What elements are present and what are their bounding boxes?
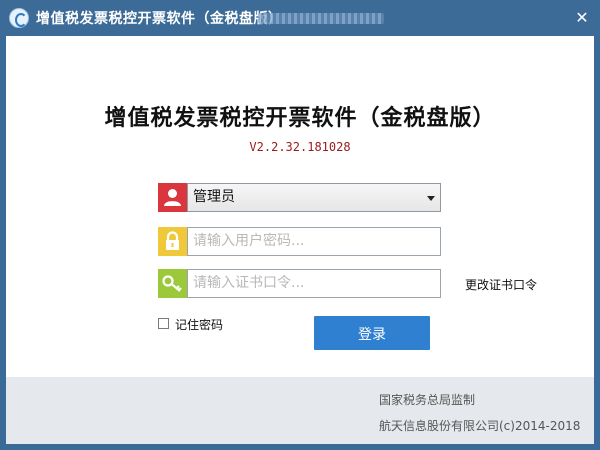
window-bottom-border <box>0 444 600 450</box>
user-select-row: 管理员 <box>158 183 441 212</box>
change-cert-password-link[interactable]: 更改证书口令 <box>465 276 537 293</box>
window-title: 增值税发票税控开票软件（金税盘版） <box>36 11 283 27</box>
remember-password-label: 记住密码 <box>175 318 224 332</box>
cert-password-input[interactable]: 请输入证书口令... <box>187 269 441 298</box>
password-row: 请输入用户密码... <box>158 227 441 256</box>
title-bar[interactable]: 增值税发票税控开票软件（金税盘版） ✕ <box>0 0 600 36</box>
cert-password-row: 请输入证书口令... <box>158 269 441 298</box>
user-select-value: 管理员 <box>193 189 235 205</box>
key-icon <box>158 269 187 298</box>
user-icon <box>158 183 187 212</box>
chevron-down-icon[interactable] <box>427 196 435 201</box>
version-label: V2.2.32.181028 <box>249 140 351 154</box>
close-button[interactable]: ✕ <box>572 9 592 27</box>
footer: 国家税务总局监制 航天信息股份有限公司(c)2014-2018 <box>6 377 594 444</box>
copyright-label: 航天信息股份有限公司(c)2014-2018 <box>379 419 581 433</box>
user-select[interactable]: 管理员 <box>187 183 441 212</box>
remember-password-checkbox[interactable] <box>158 318 169 329</box>
redacted-title-suffix <box>258 13 384 24</box>
login-window: 增值税发票税控开票软件（金税盘版） ✕ 增值税发票税控开票软件（金税盘版） V2… <box>0 0 600 450</box>
login-panel: 增值税发票税控开票软件（金税盘版） V2.2.32.181028 管理员 请输入… <box>6 36 594 377</box>
page-title: 增值税发票税控开票软件（金税盘版） <box>104 106 496 131</box>
lock-icon <box>158 227 187 256</box>
password-input[interactable]: 请输入用户密码... <box>187 227 441 256</box>
app-logo-icon <box>9 8 29 28</box>
login-button[interactable]: 登录 <box>314 316 430 350</box>
supervisor-label: 国家税务总局监制 <box>379 393 476 407</box>
